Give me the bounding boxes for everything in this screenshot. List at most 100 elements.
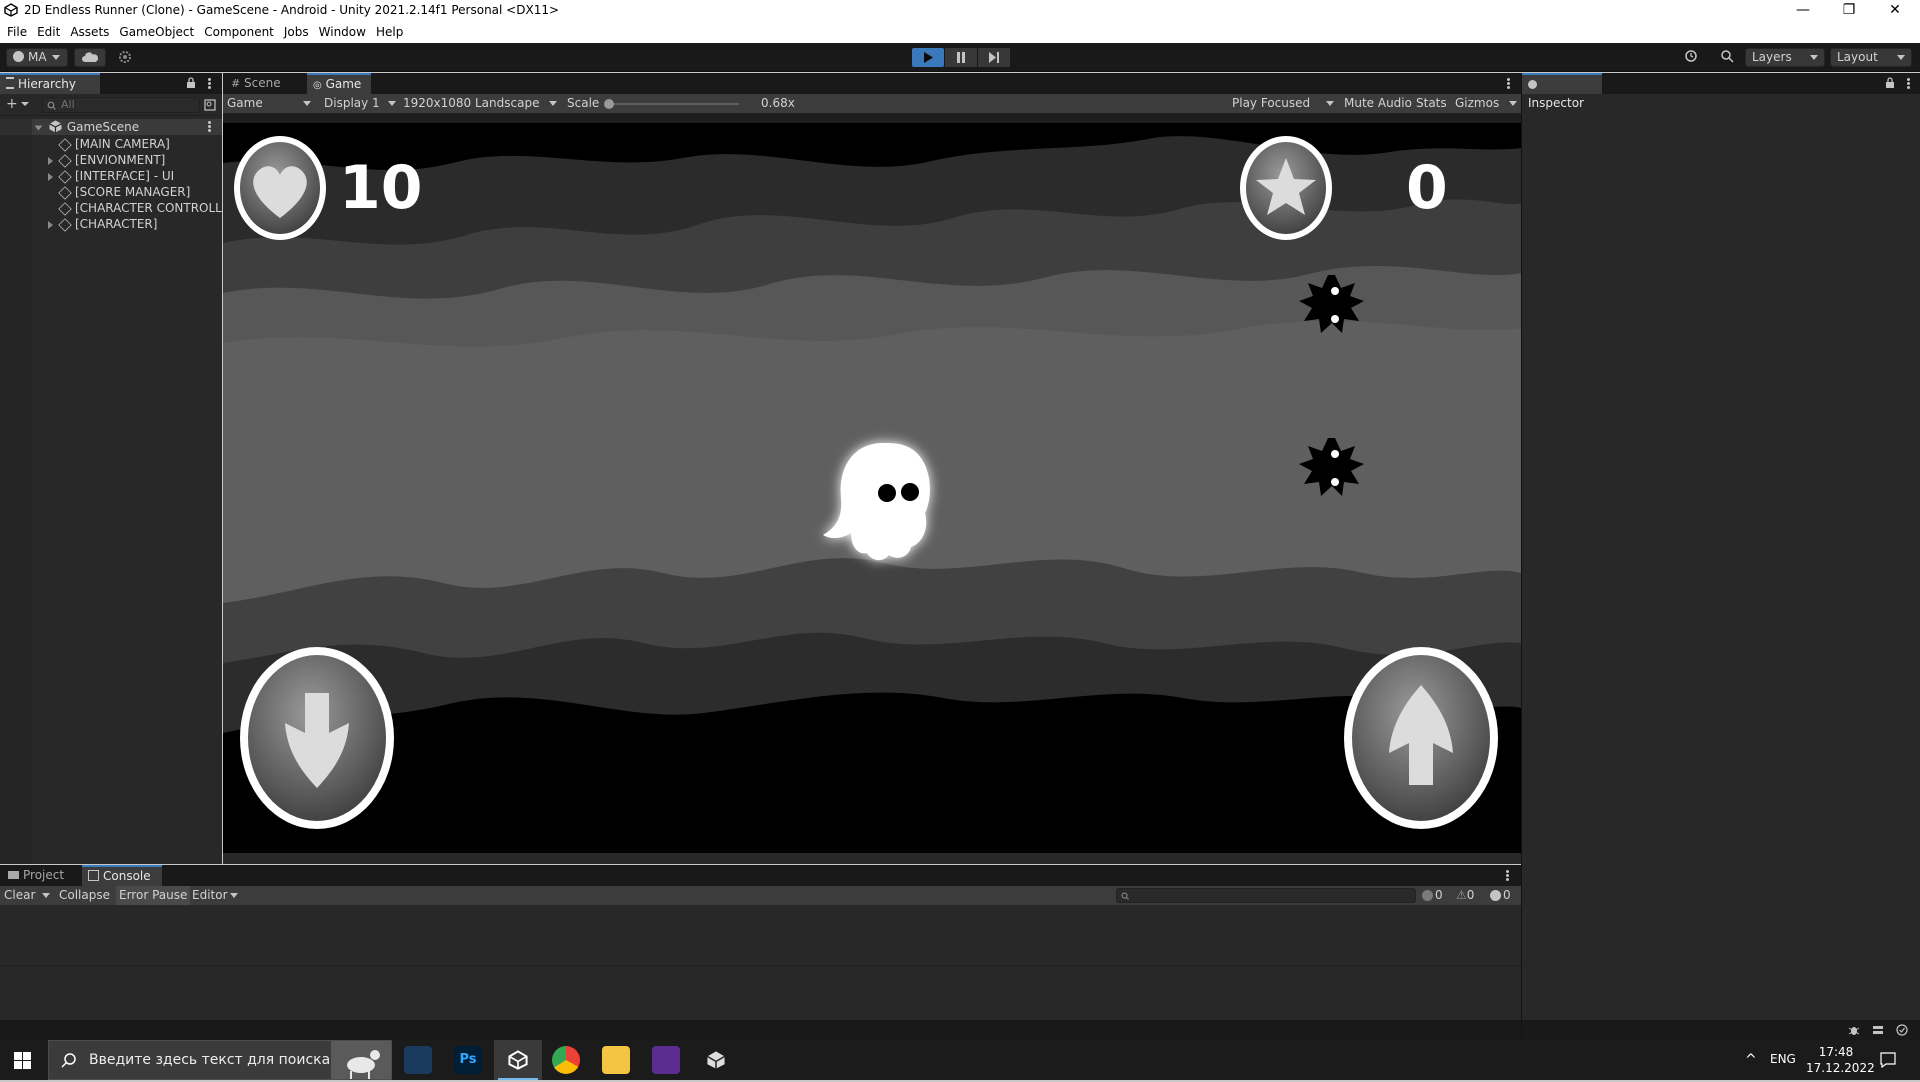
restore-button[interactable]: ❐: [1826, 0, 1872, 22]
menu-component[interactable]: Component: [199, 22, 279, 43]
console-menu-icon[interactable]: [1506, 870, 1510, 882]
move-down-button[interactable]: [240, 647, 394, 829]
tab-scene[interactable]: # Scene: [225, 73, 295, 94]
menu-window[interactable]: Window: [314, 22, 371, 43]
console-split: [0, 965, 1521, 966]
inspector-divider: [1521, 73, 1522, 1040]
error-count-toggle[interactable]: 0: [1490, 886, 1511, 905]
tab-game[interactable]: ◎ Game: [307, 73, 371, 94]
error-pause-toggle[interactable]: Error Pause: [116, 886, 191, 905]
menu-assets[interactable]: Assets: [65, 22, 114, 43]
language-indicator[interactable]: ENG: [1770, 1052, 1796, 1066]
chevron-down-icon: [1326, 101, 1334, 106]
mute-audio-toggle[interactable]: Mute Audio: [1344, 94, 1412, 113]
tab-project[interactable]: Project: [2, 865, 76, 886]
tab-inspector[interactable]: Inspector: [1522, 73, 1602, 110]
file-explorer-icon[interactable]: [602, 1046, 630, 1074]
clear-button[interactable]: Clear: [4, 886, 50, 905]
menu-jobs[interactable]: Jobs: [279, 22, 314, 43]
collapse-toggle[interactable]: Collapse: [59, 886, 110, 905]
hierarchy-search-row: + All: [0, 94, 222, 116]
bug-icon[interactable]: [1848, 1024, 1860, 1036]
lives-counter: 10: [339, 153, 423, 223]
chrome-app-icon[interactable]: [552, 1046, 580, 1074]
windows-start-icon[interactable]: [14, 1052, 31, 1069]
hierarchy-item-label: [SCORE MANAGER]: [75, 185, 191, 199]
hierarchy-item-label: [CHARACTER CONTROLLER]: [75, 201, 243, 215]
step-button[interactable]: [978, 48, 1010, 67]
log-count: 0: [1435, 888, 1443, 902]
info-icon: [1422, 890, 1433, 901]
console-search-input[interactable]: [1116, 888, 1416, 903]
layout-dropdown[interactable]: Layout: [1830, 48, 1912, 67]
display-dropdown[interactable]: Display 1: [324, 94, 398, 113]
taskbar-clock[interactable]: 17:48 17.12.2022: [1806, 1044, 1875, 1076]
tab-inspector-label: Inspector: [1528, 96, 1584, 110]
scale-slider-handle[interactable]: [604, 99, 614, 109]
log-count-toggle[interactable]: 0: [1422, 886, 1443, 905]
collab-button[interactable]: [112, 48, 138, 67]
undo-history-button[interactable]: [1678, 48, 1706, 67]
scene-row[interactable]: GameScene: [0, 119, 222, 135]
folder-icon: [8, 871, 19, 879]
menu-edit[interactable]: Edit: [32, 22, 65, 43]
move-up-button[interactable]: [1344, 647, 1498, 829]
search-scene-icon[interactable]: [204, 99, 216, 111]
gameobject-icon: [58, 217, 72, 232]
chevron-down-icon: [1897, 55, 1905, 60]
unity-app-active[interactable]: [494, 1040, 542, 1080]
menu-gameobject[interactable]: GameObject: [114, 22, 199, 43]
taskbar-search-input[interactable]: Введите здесь текст для поиска: [48, 1040, 392, 1080]
console-toolbar: Clear Collapse Error Pause Editor 0 ⚠0 0: [0, 886, 1521, 905]
game-viewport[interactable]: 10 0: [223, 123, 1521, 853]
minimize-button[interactable]: —: [1780, 0, 1826, 22]
resolution-dropdown[interactable]: 1920x1080 Landscape: [403, 94, 559, 113]
layers-dropdown[interactable]: Layers: [1745, 48, 1825, 67]
photoshop-app-icon[interactable]: Ps: [454, 1046, 482, 1074]
visual-studio-icon[interactable]: [652, 1046, 680, 1074]
stats-toggle[interactable]: Stats: [1416, 94, 1447, 113]
hierarchy-search-input[interactable]: All: [42, 97, 200, 113]
pause-button[interactable]: [945, 48, 977, 67]
editor-dropdown[interactable]: Editor: [192, 886, 238, 905]
search-icon: [47, 101, 56, 110]
chevron-down-icon: [1810, 55, 1818, 60]
tab-hierarchy[interactable]: Hierarchy: [0, 73, 100, 94]
gameobject-icon: [58, 201, 72, 216]
play-focused-dropdown[interactable]: Play Focused: [1232, 94, 1338, 113]
close-button[interactable]: ✕: [1872, 0, 1918, 22]
view-mode-dropdown[interactable]: Game: [227, 94, 315, 113]
gizmos-dropdown[interactable]: Gizmos: [1455, 94, 1517, 113]
tray-chevron-up-icon[interactable]: ^: [1745, 1052, 1757, 1068]
account-dropdown[interactable]: MA: [6, 48, 68, 67]
tab-console[interactable]: Console: [82, 865, 162, 886]
notification-icon[interactable]: [1880, 1052, 1896, 1068]
window-title: 2D Endless Runner (Clone) - GameScene - …: [24, 3, 560, 17]
lock-icon[interactable]: [186, 77, 196, 89]
search-button[interactable]: [1714, 48, 1742, 67]
scene-menu-icon[interactable]: [208, 121, 212, 133]
game-panel-menu-icon[interactable]: [1507, 78, 1511, 90]
layers-label: Layers: [1752, 50, 1792, 64]
unity-hub-app[interactable]: [692, 1040, 740, 1080]
cloud-button[interactable]: [74, 48, 106, 67]
stack-icon[interactable]: [1872, 1024, 1884, 1036]
lock-icon[interactable]: [1885, 77, 1895, 89]
search-icon: [61, 1053, 76, 1068]
menu-help[interactable]: Help: [371, 22, 408, 43]
steam-app-icon[interactable]: [404, 1046, 432, 1074]
add-dropdown[interactable]: +: [6, 97, 32, 113]
hierarchy-menu-icon[interactable]: [208, 78, 212, 90]
play-button[interactable]: [912, 48, 944, 67]
chevron-down-icon: [34, 125, 43, 130]
cloud-icon: [82, 52, 99, 62]
unity-hub-icon: [706, 1051, 726, 1069]
clock-date: 17.12.2022: [1806, 1061, 1875, 1075]
inspector-tabbar: Inspector: [1522, 73, 1920, 110]
menu-file[interactable]: File: [0, 22, 32, 43]
status-bar: [0, 1020, 1521, 1040]
scale-slider-track[interactable]: [605, 103, 739, 105]
inspector-menu-icon[interactable]: [1907, 78, 1911, 90]
warning-count-toggle[interactable]: ⚠0: [1456, 886, 1474, 905]
checkmark-icon[interactable]: [1896, 1024, 1908, 1036]
